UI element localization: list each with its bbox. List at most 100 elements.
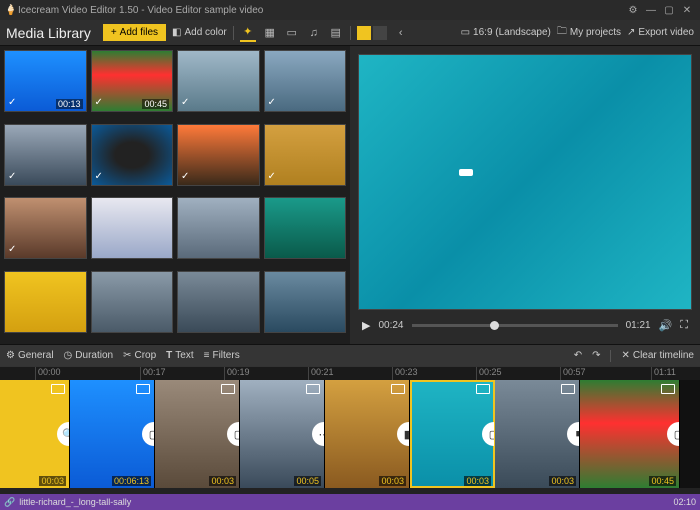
thumb-duration: 00:13 (56, 99, 83, 109)
audio-duration: 02:10 (673, 497, 696, 507)
filter-audio-icon[interactable]: ♫ (306, 24, 322, 42)
add-files-button[interactable]: +Add files (103, 24, 166, 41)
top-toolbar: Media Library +Add files ◧Add color ✦ ▦ … (0, 20, 700, 46)
minimize-button[interactable]: ― (642, 5, 660, 16)
fullscreen-icon[interactable]: ⛶ (680, 319, 688, 332)
clear-timeline-button[interactable]: ✕Clear timeline (621, 350, 694, 361)
seek-handle[interactable] (490, 321, 499, 330)
undo-button[interactable]: ↶ (574, 350, 582, 361)
timeline-track[interactable]: 🔍00:03▢00:06:13▢00:03⋯00:05◧00:03▢00:03■… (0, 380, 700, 488)
folder-icon: 🗀 (557, 24, 567, 41)
player-controls: ▶ 00:24 01:21 🔊 ⛶ (358, 314, 692, 336)
add-color-button[interactable]: ◧Add color (172, 27, 227, 38)
ruler-tick: 00:21 (308, 367, 334, 380)
maximize-button[interactable]: ▢ (660, 5, 678, 16)
clip-type-icon (51, 384, 65, 394)
duration-button[interactable]: ◷Duration (64, 350, 114, 361)
filter-image-icon[interactable]: ▦ (262, 24, 278, 42)
clip-type-icon (476, 384, 490, 394)
filter-video-icon[interactable]: ▭ (284, 24, 300, 42)
general-button[interactable]: ⚙General (6, 350, 54, 361)
filters-button[interactable]: ≡Filters (204, 350, 240, 361)
aspect-icon: ▭ (461, 27, 470, 38)
library-thumb[interactable]: ✓00:45 (91, 50, 174, 112)
clip-duration: 00:03 (39, 476, 66, 486)
list-view-button[interactable] (373, 26, 387, 40)
ruler-tick: 00:17 (140, 367, 166, 380)
crop-button[interactable]: ✂Crop (123, 350, 156, 361)
current-time: 00:24 (378, 320, 403, 331)
timeline-clip[interactable]: ◧00:03 (325, 380, 410, 488)
check-icon: ✓ (268, 97, 276, 108)
library-thumb[interactable] (264, 197, 347, 259)
ruler-tick: 00:00 (35, 367, 61, 380)
library-thumb[interactable] (91, 197, 174, 259)
grid-view-button[interactable] (357, 26, 371, 40)
check-icon: ✓ (95, 97, 103, 108)
clip-duration: 00:06:13 (112, 476, 151, 486)
ruler-tick: 01:11 (651, 367, 676, 380)
clip-duration: 00:45 (649, 476, 676, 486)
aspect-ratio-button[interactable]: ▭16:9 (Landscape) (461, 27, 551, 38)
clip-duration: 00:05 (294, 476, 321, 486)
export-button[interactable]: ↗Export video (627, 27, 694, 38)
my-projects-button[interactable]: 🗀My projects (557, 24, 621, 41)
preview-content (459, 169, 473, 176)
collapse-icon[interactable]: ‹ (393, 24, 409, 42)
library-thumb[interactable] (91, 271, 174, 333)
clip-type-icon (561, 384, 575, 394)
clip-type-icon (306, 384, 320, 394)
timeline-clip[interactable]: ▢00:06:13 (70, 380, 155, 488)
app-icon: 🍦 (4, 3, 18, 17)
volume-icon[interactable]: 🔊 (659, 319, 673, 332)
ruler-tick: 00:25 (476, 367, 502, 380)
timeline-clip[interactable]: ▢00:45 (580, 380, 680, 488)
text-button[interactable]: TText (166, 350, 193, 361)
library-thumb[interactable] (264, 271, 347, 333)
clip-type-icon (136, 384, 150, 394)
clip-duration: 00:03 (549, 476, 576, 486)
export-icon: ↗ (627, 27, 635, 38)
filter-favorites-icon[interactable]: ✦ (240, 24, 256, 42)
clip-duration: 00:03 (464, 476, 491, 486)
library-thumb[interactable]: ✓ (264, 50, 347, 112)
filter-text-icon[interactable]: ▤ (328, 24, 344, 42)
check-icon: ✓ (95, 171, 103, 182)
settings-icon[interactable]: ⚙ (624, 5, 642, 16)
clip-type-icon (661, 384, 675, 394)
library-thumb[interactable]: ✓ (4, 197, 87, 259)
text-icon: T (166, 350, 172, 361)
library-thumb[interactable] (177, 197, 260, 259)
library-thumb[interactable] (177, 271, 260, 333)
library-thumb[interactable]: ✓ (264, 124, 347, 186)
plus-icon: + (111, 27, 117, 38)
check-icon: ✓ (8, 97, 16, 108)
ruler-tick: 00:23 (392, 367, 418, 380)
timeline-clip[interactable]: ▢00:03 (155, 380, 240, 488)
library-thumb[interactable]: ✓ 00:13 (4, 50, 87, 112)
timeline-clip[interactable]: ▢00:03 (410, 380, 495, 488)
redo-button[interactable]: ↷ (592, 350, 600, 361)
total-time: 01:21 (626, 320, 651, 331)
timeline-clip[interactable]: ⋯00:05 (240, 380, 325, 488)
audio-track[interactable]: 🔗 little-richard_-_long-tall-sally 02:10 (0, 494, 700, 510)
close-button[interactable]: ✕ (678, 5, 696, 16)
library-thumb[interactable]: ✓ (4, 124, 87, 186)
library-thumb[interactable]: ✓ (91, 124, 174, 186)
seek-bar[interactable] (412, 324, 618, 327)
preview-canvas[interactable] (358, 54, 692, 310)
link-icon: 🔗 (4, 497, 15, 508)
ruler-tick: 00:19 (224, 367, 250, 380)
clip-duration: 00:03 (379, 476, 406, 486)
play-button[interactable]: ▶ (362, 319, 370, 332)
window-title: Icecream Video Editor 1.50 - Video Edito… (18, 5, 624, 16)
timeline-clip[interactable]: 🔍00:03 (0, 380, 70, 488)
timeline-clip[interactable]: ■00:03 (495, 380, 580, 488)
library-thumb[interactable] (4, 271, 87, 333)
library-thumb[interactable]: ✓ (177, 50, 260, 112)
check-icon: ✓ (181, 171, 189, 182)
crop-icon: ✂ (123, 350, 131, 361)
library-thumb[interactable]: ✓ (177, 124, 260, 186)
timeline-ruler[interactable]: 00:0000:1700:1900:2100:2300:2500:5701:11 (0, 366, 700, 380)
gear-icon: ⚙ (6, 350, 15, 361)
